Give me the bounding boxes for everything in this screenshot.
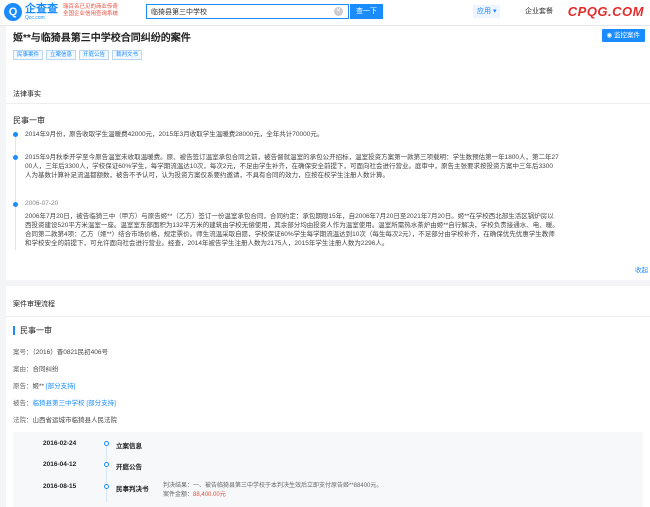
divider [6,103,650,104]
search-button[interactable]: 查一下 [350,4,383,19]
collapse-link[interactable]: 收起 [635,264,648,274]
process-subhead: 民事一审 [13,326,52,335]
search-input[interactable] [147,5,327,18]
case-title-card: 姬**与临猗县第三中学校合同纠纷的案件 ◉ 监控案件 民事案件 立案信息 开庭公… [6,26,650,89]
fact-line: 合同第二款第4项：乙方（姬**）结合市场价格，规定票价。师生流温采取自愿，学校保… [25,231,555,238]
monitor-button-label: 监控案件 [614,32,640,39]
step-date: 2016-04-12 [43,461,77,468]
legal-facts-title: 法律事实 [13,91,41,98]
timeline-dot [13,155,18,160]
step-dot [104,462,109,467]
case-tags: 民事案件 立案信息 开庭公告 裁判文书 [13,50,143,60]
page-title: 姬**与临猗县第三中学校合同纠纷的案件 [13,33,191,44]
site-logo[interactable]: Q 企查查 Qcc.com [4,3,58,21]
top-bar: Q 企查查 Qcc.com 瑞百名已见的商业传奇 全国企业信用查询系统 ✕ 查一… [0,0,650,26]
tag-filing-info[interactable]: 立案信息 [46,50,77,60]
defendant-link[interactable]: 临猗县第三中学校 [33,400,85,407]
promo-text: 瑞百名已见的商业传奇 全国企业信用查询系统 [63,4,118,18]
case-number-label: 案号： [13,349,33,356]
fact-item: 2015年9月秋季开学至今原告温室未收取温暖费。原、被告签订温室承包合同之前，被… [25,153,643,180]
defendant-label: 被告： [13,400,33,407]
plaintiff-value: 姬** [32,383,45,390]
timeline-dot [13,132,18,137]
judgment-detail: 判决结果：一、被告临猗县第三中学校于本判决生效后立即支付原告姬**88400元。… [163,482,382,500]
cause-field: 案由：合同纠纷 [13,363,59,373]
nav-apps[interactable]: 应用 ▾ [473,5,501,18]
step-label-judgment[interactable]: 民事判决书 [116,483,149,493]
amount-label: 案件金额： [163,492,194,498]
tag-judgment[interactable]: 裁判文书 [112,50,143,60]
search-box: ✕ [146,4,349,19]
fact-item: 2014年9月份，原告收取学生温暖费42000元，2015年3月收取学生温暖费2… [25,131,324,138]
plaintiff-result[interactable]: [部分支持] [46,383,76,390]
clear-icon[interactable]: ✕ [334,7,343,16]
case-number-value: （2016）晋0821民初406号 [32,349,109,356]
result-label: 判决结果： [163,483,194,489]
case-number-field: 案号：（2016）晋0821民初406号 [13,346,108,356]
tag-hearing-notice[interactable]: 开庭公告 [79,50,110,60]
process-timeline: 2016-02-24 立案信息 2016-04-12 开庭公告 2016-08-… [13,432,643,507]
plaintiff-field: 原告：姬** [部分支持] [13,380,76,390]
step-dot [104,484,109,489]
defendant-field: 被告：临猗县第三中学校 [部分支持] [13,397,116,407]
logo-icon: Q [4,3,22,21]
fact-line: 和学校安全的前提下，可允许面向社会进行营业。经查，2014年被告学生注册人数为2… [25,240,389,247]
process-title: 案件审理流程 [13,301,55,308]
step-label-filing[interactable]: 立案信息 [116,440,142,450]
logo-title: 企查查 [25,3,58,15]
timeline-dot [13,202,18,207]
step-label-hearing[interactable]: 开庭公告 [116,461,142,471]
fact-line: 2015年9月秋季开学至今原告温室未收取温暖费。原、被告签订温室承包合同之前，被… [25,154,559,161]
amount-value: 88,400.00元 [193,492,226,498]
fact-line: 2006年7月20日，被告临猗三中（甲方）与原告姬**（乙方）签订一份温室承包合… [25,213,554,220]
court-field: 法院：山西省运城市临猗县人民法院 [13,414,117,424]
monitor-icon: ◉ [606,32,614,39]
facts-subhead: 民事一审 [13,116,45,125]
promo-line-2: 全国企业信用查询系统 [63,11,119,17]
cause-label: 案由： [13,366,33,373]
step-date: 2016-08-15 [43,483,77,490]
court-label: 法院： [13,417,33,424]
fact-item: 2006年7月20日，被告临猗三中（甲方）与原告姬**（乙方）签订一份温室承包合… [25,212,643,248]
logo-subtitle: Qcc.com [25,15,45,21]
step-dot [104,441,109,446]
case-process-card: 案件审理流程 民事一审 案号：（2016）晋0821民初406号 案由：合同纠纷… [6,286,650,507]
fact-line: 西投资建设520平方米温室一座。温室室东部面积为132平方米的建筑由学校无偿使用… [25,222,559,229]
promo-line-1: 瑞百名已见的商业传奇 [63,4,119,10]
result-value: 一、被告临猗县第三中学校于本判决生效后立即支付原告姬**88400元。 [193,483,383,489]
timeline-line [15,132,16,250]
cause-value: 合同纠纷 [32,366,59,373]
step-date: 2016-02-24 [43,440,77,447]
process-line [106,442,107,502]
nav-enterprise-package[interactable]: 企业套餐 [525,5,553,18]
legal-facts-card: 法律事实 民事一审 2014年9月份，原告收取学生温暖费42000元，2015年… [6,85,650,280]
monitor-case-button[interactable]: ◉ 监控案件 [601,29,645,42]
plaintiff-label: 原告： [13,383,33,390]
fact-line: 00人，三年后3300人，学校保证60%学生，每学期流温达10次，每次2元，不足… [25,163,554,170]
divider [6,316,650,317]
fact-line: 人为基数计算补足流温都额数，被告不予认可，认为投资方案仅系要约邀请，不具有合同的… [25,172,389,179]
fact-date: 2006-07-20 [25,200,59,207]
court-value: 山西省运城市临猗县人民法院 [32,417,118,424]
watermark: CPQG.COM [567,4,644,19]
defendant-result[interactable]: [部分支持] [86,400,116,407]
tag-civil-case[interactable]: 民事案件 [13,50,44,60]
